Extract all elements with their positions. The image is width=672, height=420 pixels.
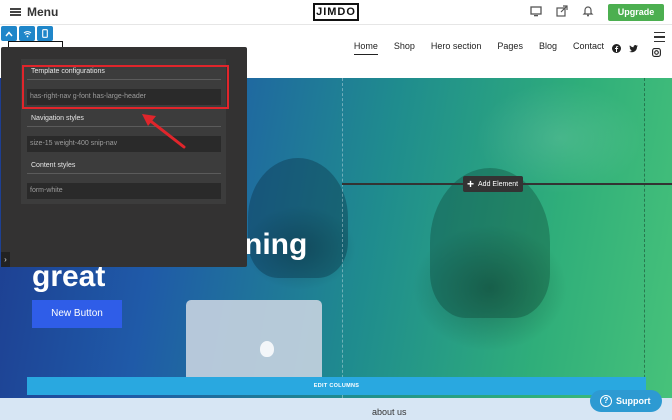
navigation-styles-group: Navigation styles: [27, 114, 221, 127]
hamburger-icon: [10, 8, 21, 16]
nav-item-hero-section[interactable]: Hero section: [423, 41, 490, 51]
add-element-label: Add Element: [478, 180, 519, 188]
add-element-button[interactable]: + Add Element: [463, 176, 523, 192]
editor-topbar: Menu JIMDO Upgrade: [0, 0, 672, 25]
site-hamburger-icon[interactable]: [654, 32, 665, 42]
nav-item-shop[interactable]: Shop: [386, 41, 423, 51]
nav-item-contact[interactable]: Contact: [565, 41, 612, 51]
content-styles-input[interactable]: form-white: [27, 183, 221, 199]
topbar-icons: [530, 5, 594, 17]
wifi-icon[interactable]: [19, 26, 35, 41]
column-guide: [644, 78, 645, 398]
about-us-heading: about us: [372, 407, 407, 417]
upgrade-button[interactable]: Upgrade: [608, 4, 664, 21]
apple-logo-icon: [260, 341, 274, 357]
nav-item-pages[interactable]: Pages: [489, 41, 531, 51]
navigation-styles-input[interactable]: size-15 weight-400 snip-nav: [27, 136, 221, 152]
annotation-arrow-icon: [142, 114, 186, 149]
instagram-icon[interactable]: [652, 44, 661, 62]
menu-label: Menu: [27, 5, 59, 19]
highlight-box: [22, 65, 229, 109]
chevron-up-icon[interactable]: [1, 26, 17, 41]
notification-bell-icon[interactable]: [582, 5, 594, 17]
next-section: [0, 398, 672, 420]
support-button[interactable]: ? Support: [590, 390, 662, 412]
plus-icon: +: [467, 177, 475, 191]
content-styles-label: Content styles: [31, 162, 76, 169]
mobile-icon[interactable]: [37, 26, 53, 41]
help-icon: ?: [600, 395, 612, 407]
divider: [27, 173, 221, 174]
content-styles-group: Content styles: [27, 161, 221, 174]
block-toolbar: [1, 26, 53, 41]
nav-item-blog[interactable]: Blog: [531, 41, 565, 51]
share-icon[interactable]: [556, 5, 568, 17]
edit-columns-button[interactable]: EDIT COLUMNS: [27, 377, 646, 395]
support-label: Support: [616, 396, 651, 406]
hero-title-line1: ning: [244, 228, 308, 261]
facebook-icon[interactable]: [612, 40, 621, 53]
nav-item-home[interactable]: Home: [346, 41, 386, 55]
column-guide: [342, 78, 343, 398]
desktop-preview-icon[interactable]: [530, 5, 542, 17]
chevron-right-icon[interactable]: ›: [1, 252, 10, 267]
navigation-styles-label: Navigation styles: [31, 115, 84, 122]
divider: [27, 126, 221, 127]
menu-button[interactable]: Menu: [10, 5, 58, 19]
twitter-icon[interactable]: [629, 40, 638, 53]
social-links: [612, 40, 638, 53]
new-button[interactable]: New Button: [32, 300, 122, 328]
jimdo-logo: JIMDO: [313, 3, 359, 21]
nav-menu: Home Shop Hero section Pages Blog Contac…: [346, 41, 612, 55]
